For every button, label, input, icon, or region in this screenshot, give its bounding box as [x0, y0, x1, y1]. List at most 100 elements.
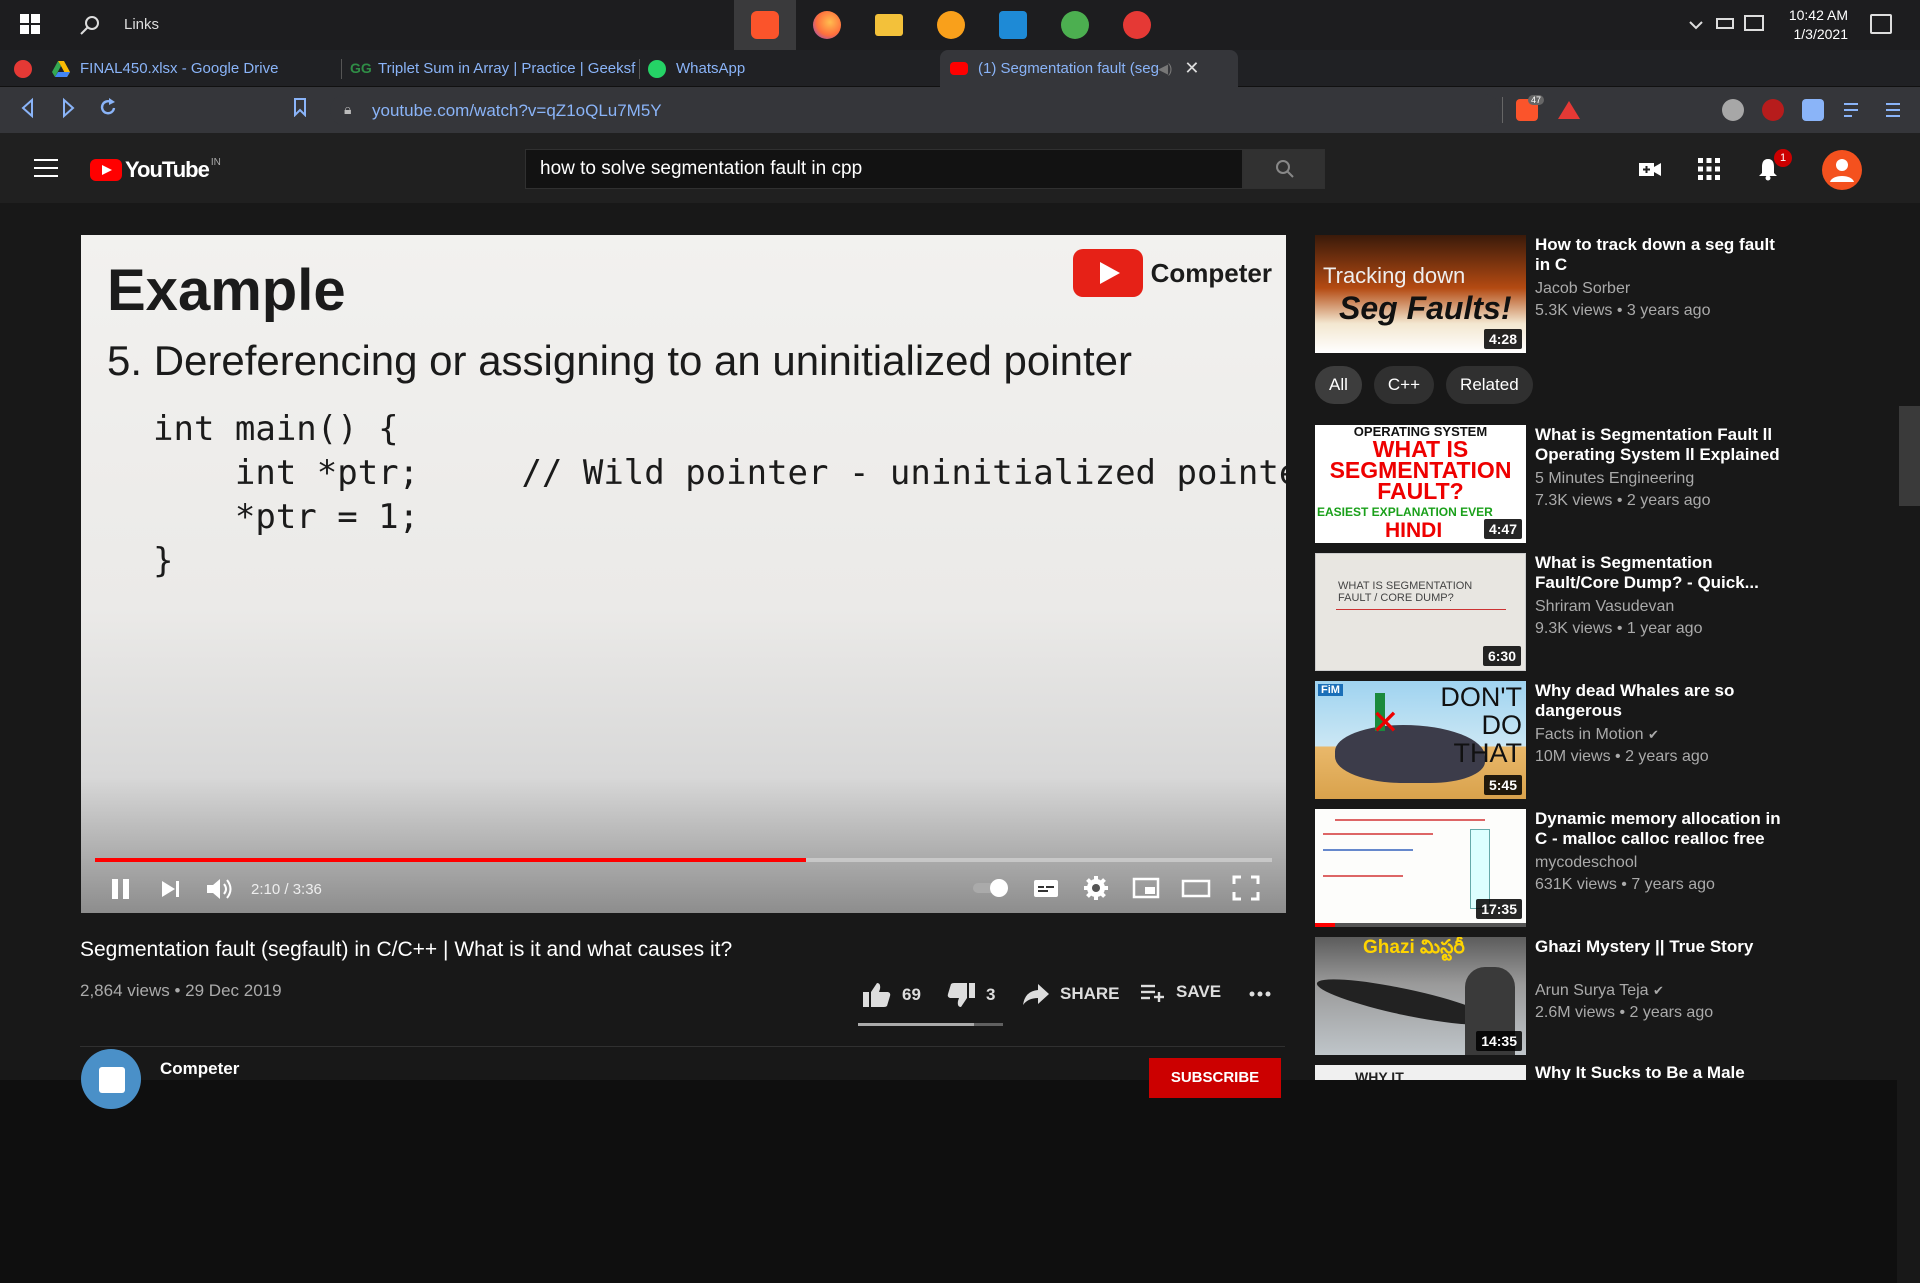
video-thumbnail[interactable]: 17:35 [1315, 809, 1526, 927]
video-thumbnail[interactable]: Tracking down Seg Faults! 4:28 [1315, 235, 1526, 353]
video-thumbnail[interactable]: Ghazi మిస్టరీ 14:35 [1315, 937, 1526, 1055]
channel-watermark[interactable]: Competer [1072, 249, 1272, 297]
thumbnail-text: Seg Faults! [1339, 290, 1512, 326]
video-thumbnail[interactable]: WHAT IS SEGMENTATION FAULT / CORE DUMP? … [1315, 553, 1526, 671]
taskbar-explorer-app[interactable] [858, 0, 920, 50]
scrollbar-thumb[interactable] [1899, 406, 1920, 506]
recommendation-channel[interactable]: Jacob Sorber [1535, 280, 1630, 298]
recommendation-item[interactable]: OPERATING SYSTEM WHAT IS SEGMENTATION FA… [1315, 425, 1795, 545]
url-text[interactable]: youtube.com/watch?v=qZ1oQLu7M5Y [372, 101, 662, 121]
youtube-logo[interactable]: YouTube IN [90, 157, 221, 183]
tab-whatsapp[interactable]: WhatsApp [648, 50, 938, 87]
incognito-extension-icon[interactable] [1722, 99, 1744, 121]
recommendation-title[interactable]: How to track down a seg fault in C [1535, 235, 1793, 275]
apps-grid-icon[interactable] [1697, 157, 1721, 181]
taskbar-links-toolbar[interactable]: Links [124, 16, 159, 33]
autoplay-toggle[interactable] [971, 877, 1011, 899]
search-input[interactable] [526, 150, 1244, 188]
recommendation-item[interactable]: WHAT IS SEGMENTATION FAULT / CORE DUMP? … [1315, 553, 1795, 673]
save-button[interactable]: SAVE [1140, 981, 1221, 1003]
channel-name[interactable]: Competer [160, 1059, 239, 1079]
recommendation-title[interactable]: Why dead Whales are so dangerous [1535, 681, 1793, 721]
more-actions-button[interactable] [1248, 981, 1284, 1003]
video-player[interactable]: Example 5. Dereferencing or assigning to… [81, 235, 1286, 913]
tab-youtube-active[interactable]: (1) Segmentation fault (segfa ◀) ✕ [940, 50, 1238, 87]
thumbnail-text: Tracking down [1323, 263, 1466, 288]
speaker-icon[interactable]: ◀) [1158, 61, 1172, 77]
taskbar-search-icon[interactable] [78, 13, 102, 37]
hamburger-menu-icon[interactable] [34, 159, 58, 177]
recommendation-item[interactable]: DON'T DO THAT FiM ✕ 5:45 Why dead Whales… [1315, 681, 1795, 801]
subtitles-button[interactable] [1031, 873, 1061, 903]
ublock-icon[interactable] [1762, 99, 1784, 121]
address-bar[interactable]: 🔒︎ youtube.com/watch?v=qZ1oQLu7M5Y [330, 94, 1500, 126]
search-box[interactable] [525, 149, 1244, 189]
recommendation-item[interactable]: 17:35 Dynamic memory allocation in C - m… [1315, 809, 1795, 929]
page-scrollbar[interactable] [1897, 406, 1920, 1283]
recommendation-title[interactable]: Why It Sucks to Be a Male [1535, 1065, 1793, 1080]
video-thumbnail[interactable]: OPERATING SYSTEM WHAT IS SEGMENTATION FA… [1315, 425, 1526, 543]
thumbnail-text: WHAT IS SEGMENTATION FAULT? [1329, 436, 1512, 504]
recommendation-channel[interactable]: Arun Surya Teja ✔ [1535, 982, 1664, 1000]
brave-rewards-icon[interactable] [1558, 101, 1580, 119]
subscribe-button[interactable]: SUBSCRIBE [1149, 1058, 1281, 1098]
volume-button[interactable] [205, 873, 235, 903]
taskbar-clock[interactable]: 10:42 AM 1/3/2021 [1789, 6, 1848, 44]
video-thumbnail[interactable]: DON'T DO THAT FiM ✕ 5:45 [1315, 681, 1526, 799]
video-thumbnail[interactable]: WHY IT [1315, 1065, 1526, 1080]
reload-button[interactable] [98, 97, 118, 125]
recommendation-channel[interactable]: mycodeschool [1535, 854, 1637, 872]
theater-mode-button[interactable] [1181, 873, 1211, 903]
recommendation-title[interactable]: Dynamic memory allocation in C - malloc … [1535, 809, 1793, 849]
create-video-icon[interactable] [1638, 157, 1662, 181]
recommendation-channel[interactable]: Shriram Vasudevan [1535, 598, 1674, 616]
pinned-tab-icon[interactable] [14, 60, 32, 78]
c-letter-icon [937, 11, 965, 39]
recommendation-title[interactable]: What is Segmentation Fault ll Operating … [1535, 425, 1793, 465]
notifications-icon[interactable] [1870, 14, 1892, 34]
recommendation-item[interactable]: Tracking down Seg Faults! 4:28 How to tr… [1315, 235, 1795, 355]
user-avatar[interactable] [1822, 150, 1862, 190]
taskbar-vscode-app[interactable] [982, 0, 1044, 50]
share-button[interactable]: SHARE [1022, 981, 1120, 1007]
close-tab-icon[interactable]: ✕ [1184, 58, 1199, 79]
recommendation-channel[interactable]: 5 Minutes Engineering [1535, 470, 1694, 488]
taskbar-send-app[interactable] [1044, 0, 1106, 50]
recommendation-item[interactable]: WHY IT Why It Sucks to Be a Male [1315, 1065, 1795, 1080]
taskbar-mail-app[interactable] [1106, 0, 1168, 50]
recommendation-title[interactable]: Ghazi Mystery || True Story [1535, 937, 1793, 957]
channel-avatar[interactable] [81, 1049, 141, 1109]
search-button[interactable] [1243, 149, 1325, 189]
miniplayer-button[interactable] [1131, 873, 1161, 903]
settings-button[interactable] [1081, 873, 1111, 903]
browser-menu-icon[interactable] [1882, 99, 1904, 121]
chip-cpp[interactable]: C++ [1373, 366, 1435, 404]
recommendation-item[interactable]: Ghazi మిస్టరీ 14:35 Ghazi Mystery || Tru… [1315, 937, 1795, 1057]
search-icon [1276, 160, 1294, 178]
dislike-button[interactable]: 3 [946, 981, 995, 1009]
playlist-icon[interactable] [1842, 99, 1864, 121]
windows-start-icon[interactable] [20, 14, 40, 34]
pause-button[interactable] [109, 873, 133, 903]
tab-geeksforgeeks[interactable]: GG Triplet Sum in Array | Practice | Gee… [350, 50, 640, 87]
network-icon[interactable] [1744, 15, 1764, 31]
forward-button[interactable] [60, 97, 76, 125]
chip-related[interactable]: Related [1446, 366, 1533, 404]
taskbar-brave-app[interactable] [734, 0, 796, 50]
next-button[interactable] [159, 873, 183, 903]
back-button[interactable] [20, 97, 36, 125]
tray-chevron-icon[interactable] [1688, 17, 1704, 38]
taskbar-firefox-app[interactable] [796, 0, 858, 50]
tab-google-drive[interactable]: FINAL450.xlsx - Google Drive [52, 50, 342, 87]
thumbnail-text: EASIEST EXPLANATION EVER [1317, 505, 1493, 519]
bookmark-icon[interactable] [293, 97, 307, 123]
battery-icon[interactable] [1716, 18, 1734, 29]
chip-all[interactable]: All [1315, 366, 1362, 404]
taskbar-c-app[interactable] [920, 0, 982, 50]
like-button[interactable]: 69 [862, 981, 921, 1009]
recommendation-channel[interactable]: Facts in Motion ✔ [1535, 726, 1659, 744]
recommendation-title[interactable]: What is Segmentation Fault/Core Dump? - … [1535, 553, 1793, 593]
fullscreen-button[interactable] [1231, 873, 1261, 903]
extensions-puzzle-icon[interactable] [1802, 99, 1824, 121]
progress-bar[interactable] [95, 858, 1272, 862]
